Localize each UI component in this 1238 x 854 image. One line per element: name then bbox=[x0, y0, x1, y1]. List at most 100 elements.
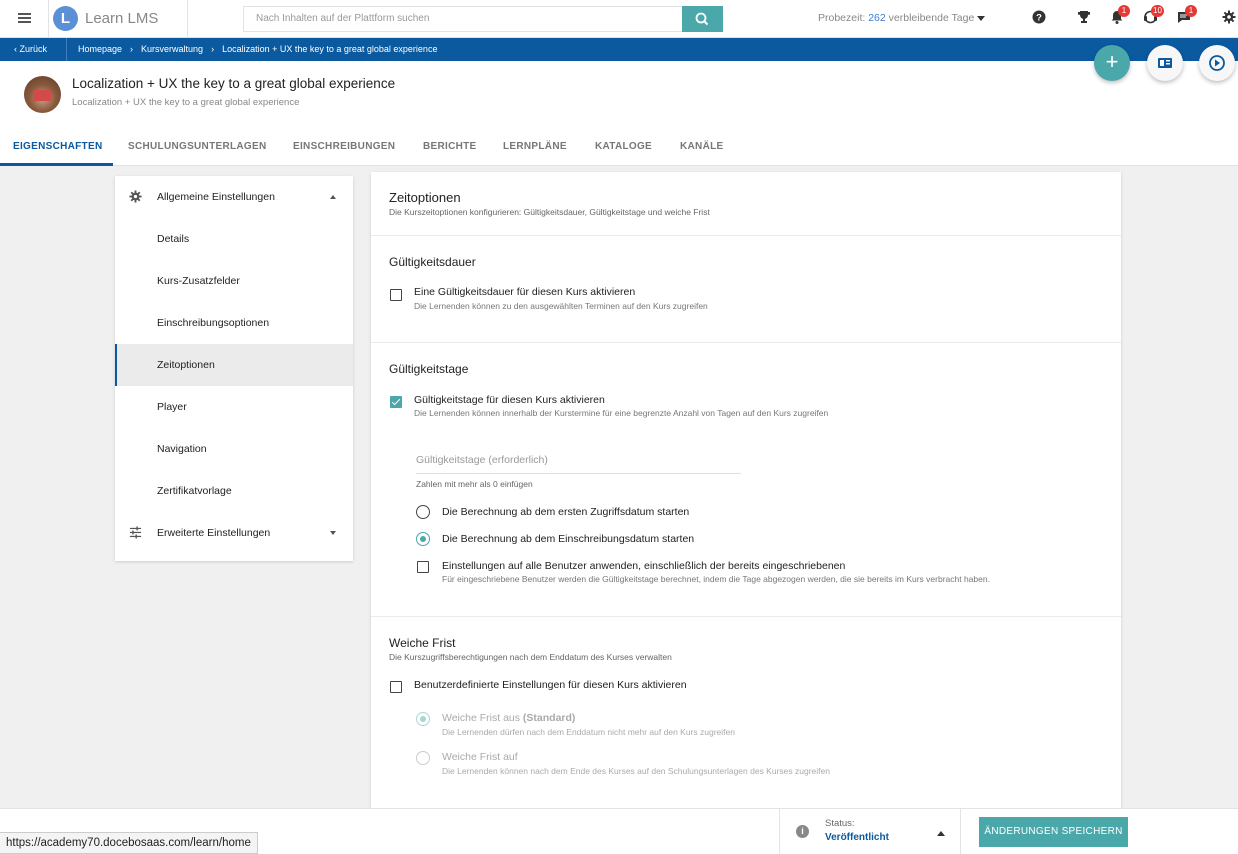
messages-button[interactable]: 10 bbox=[1143, 5, 1164, 28]
sidebar-item-label: Details bbox=[157, 233, 190, 245]
sidebar-item-label: Einschreibungsoptionen bbox=[157, 317, 270, 329]
radio-soft-deadline-on-label: Weiche Frist auf bbox=[442, 751, 518, 763]
validity-period-heading: Gültigkeitsdauer bbox=[389, 255, 476, 269]
radio-soft-deadline-off-label: Weiche Frist aus (Standard) bbox=[442, 712, 575, 724]
page-title: Localization + UX the key to a great glo… bbox=[72, 76, 396, 91]
trial-dropdown[interactable]: Probezeit: 262 verbleibende Tage bbox=[818, 12, 986, 24]
sidebar-group-label: Allgemeine Einstellungen bbox=[157, 191, 275, 203]
trial-suffix: verbleibende Tage bbox=[888, 12, 975, 24]
tab-properties[interactable]: EIGENSCHAFTEN bbox=[13, 141, 102, 152]
messages-badge: 10 bbox=[1151, 5, 1164, 17]
apply-all-users-label: Einstellungen auf alle Benutzer anwenden… bbox=[442, 560, 846, 572]
breadcrumb: ‹ Zurück Homepage › Kursverwaltung › Loc… bbox=[0, 38, 1238, 61]
validity-period-checkbox-desc: Die Lernenden können zu den ausgewählten… bbox=[414, 301, 708, 311]
apply-all-users-desc: Für eingeschriebene Benutzer werden die … bbox=[442, 574, 990, 584]
sidebar-item-details[interactable]: Details bbox=[115, 218, 353, 260]
browser-status-url: https://academy70.docebosaas.com/learn/h… bbox=[0, 832, 258, 854]
help-button[interactable]: ? bbox=[1032, 10, 1050, 28]
search-icon bbox=[695, 12, 709, 26]
radio-first-access[interactable] bbox=[416, 505, 430, 519]
tab-training-materials[interactable]: SCHULUNGSUNTERLAGEN bbox=[128, 141, 266, 152]
sidebar-group-label: Erweiterte Einstellungen bbox=[157, 527, 271, 539]
tab-catalogs[interactable]: KATALOGE bbox=[595, 141, 652, 152]
svg-text:?: ? bbox=[1036, 13, 1042, 24]
radio-first-access-label: Die Berechnung ab dem ersten Zugriffsdat… bbox=[442, 506, 690, 518]
tab-learning-plans[interactable]: LERNPLÄNE bbox=[503, 141, 567, 152]
save-changes-button[interactable]: ÄNDERUNGEN SPEICHERN bbox=[979, 817, 1128, 847]
validity-days-checkbox-label: Gültigkeitstage für diesen Kurs aktivier… bbox=[414, 394, 605, 406]
sidebar-item-enrollment-options[interactable]: Einschreibungsoptionen bbox=[115, 302, 353, 344]
validity-days-section: Gültigkeitstage Gültigkeitstage für dies… bbox=[371, 343, 1121, 617]
chevron-up-icon bbox=[330, 195, 336, 199]
validity-days-heading: Gültigkeitstage bbox=[389, 362, 469, 376]
soft-deadline-custom-label: Benutzerdefinierte Einstellungen für die… bbox=[414, 679, 687, 691]
radio-enrollment-date[interactable] bbox=[416, 532, 430, 546]
search-button[interactable] bbox=[682, 6, 723, 32]
breadcrumb-homepage[interactable]: Homepage bbox=[78, 44, 122, 54]
panel-header: Zeitoptionen Die Kurszeitoptionen konfig… bbox=[371, 172, 1121, 236]
tab-channels[interactable]: KANÄLE bbox=[680, 141, 723, 152]
tab-enrollments[interactable]: EINSCHREIBUNGEN bbox=[293, 141, 395, 152]
sidebar-item-label: Kurs-Zusatzfelder bbox=[157, 275, 240, 287]
sidebar-item-label: Zeitoptionen bbox=[157, 359, 215, 371]
sliders-icon bbox=[129, 526, 142, 539]
validity-days-input-underline bbox=[416, 473, 741, 474]
time-options-panel: Zeitoptionen Die Kurszeitoptionen konfig… bbox=[371, 172, 1121, 812]
course-card-button[interactable] bbox=[1147, 45, 1183, 81]
section-description: Die Kurszeitoptionen konfigurieren: Gült… bbox=[389, 207, 710, 217]
sidebar-group-advanced[interactable]: Erweiterte Einstellungen bbox=[115, 512, 353, 554]
logo-text: Learn LMS bbox=[85, 10, 159, 27]
trophy-button[interactable] bbox=[1077, 10, 1095, 28]
course-header: Localization + UX the key to a great glo… bbox=[0, 61, 1238, 131]
logo[interactable]: L Learn LMS bbox=[48, 0, 188, 38]
sidebar-group-general[interactable]: Allgemeine Einstellungen bbox=[115, 176, 353, 218]
chevron-right-icon: › bbox=[130, 44, 134, 54]
notifications-button[interactable]: 1 bbox=[1110, 5, 1130, 28]
notifications-badge: 1 bbox=[1118, 5, 1130, 17]
settings-button[interactable] bbox=[1222, 10, 1238, 28]
soft-deadline-section: Weiche Frist Die Kurszugriffsberechtigun… bbox=[371, 617, 1121, 812]
validity-days-checkbox-desc: Die Lernenden können innerhalb der Kurst… bbox=[414, 408, 829, 418]
sidebar-item-player[interactable]: Player bbox=[115, 386, 353, 428]
sidebar-item-label: Player bbox=[157, 401, 187, 413]
breadcrumb-divider bbox=[66, 38, 67, 61]
validity-days-checkbox[interactable] bbox=[390, 396, 402, 408]
tab-bar: EIGENSCHAFTEN SCHULUNGSUNTERLAGEN EINSCH… bbox=[0, 131, 1238, 166]
top-bar: L Learn LMS Nach Inhalten auf der Plattf… bbox=[0, 0, 1238, 38]
section-title: Zeitoptionen bbox=[389, 190, 461, 205]
sidebar-item-time-options[interactable]: Zeitoptionen bbox=[115, 344, 353, 386]
apply-all-users-checkbox[interactable] bbox=[417, 561, 429, 573]
status-selector[interactable]: i Status: Veröffentlicht bbox=[779, 809, 961, 854]
status-label: Status: bbox=[825, 818, 855, 829]
sidebar-item-additional-fields[interactable]: Kurs-Zusatzfelder bbox=[115, 260, 353, 302]
trial-prefix: Probezeit: bbox=[818, 12, 866, 24]
validity-period-checkbox-label: Eine Gültigkeitsdauer für diesen Kurs ak… bbox=[414, 286, 636, 298]
chat-button[interactable]: 1 bbox=[1177, 5, 1197, 28]
sidebar-item-navigation[interactable]: Navigation bbox=[115, 428, 353, 470]
back-label: Zurück bbox=[19, 44, 48, 54]
trial-days: 262 bbox=[868, 12, 886, 24]
chevron-up-icon bbox=[937, 831, 945, 836]
add-button[interactable]: + bbox=[1094, 45, 1130, 81]
sidebar-item-certificate-template[interactable]: Zertifikatvorlage bbox=[115, 470, 353, 512]
breadcrumb-course-management[interactable]: Kursverwaltung bbox=[141, 44, 203, 54]
radio-soft-deadline-off[interactable] bbox=[416, 712, 430, 726]
settings-sidebar: Allgemeine Einstellungen Details Kurs-Zu… bbox=[115, 176, 353, 561]
validity-period-checkbox[interactable] bbox=[390, 289, 402, 301]
soft-deadline-custom-checkbox[interactable] bbox=[390, 681, 402, 693]
chevron-left-icon: ‹ bbox=[14, 44, 17, 54]
course-thumbnail bbox=[24, 76, 61, 113]
search-input[interactable]: Nach Inhalten auf der Plattform suchen bbox=[243, 6, 683, 32]
radio-soft-deadline-on[interactable] bbox=[416, 751, 430, 765]
gear-icon bbox=[1222, 10, 1236, 24]
play-preview-button[interactable] bbox=[1199, 45, 1235, 81]
validity-days-input[interactable]: Gültigkeitstage (erforderlich) bbox=[416, 454, 548, 466]
soft-deadline-description: Die Kurszugriffsberechtigungen nach dem … bbox=[389, 652, 672, 662]
sidebar-item-label: Navigation bbox=[157, 443, 207, 455]
soft-deadline-off-text: Weiche Frist aus bbox=[442, 712, 520, 724]
gear-icon bbox=[129, 190, 142, 203]
tab-reports[interactable]: BERICHTE bbox=[423, 141, 477, 152]
back-button[interactable]: ‹ Zurück bbox=[14, 44, 47, 54]
menu-icon[interactable] bbox=[12, 11, 36, 27]
soft-deadline-heading: Weiche Frist bbox=[389, 636, 456, 650]
